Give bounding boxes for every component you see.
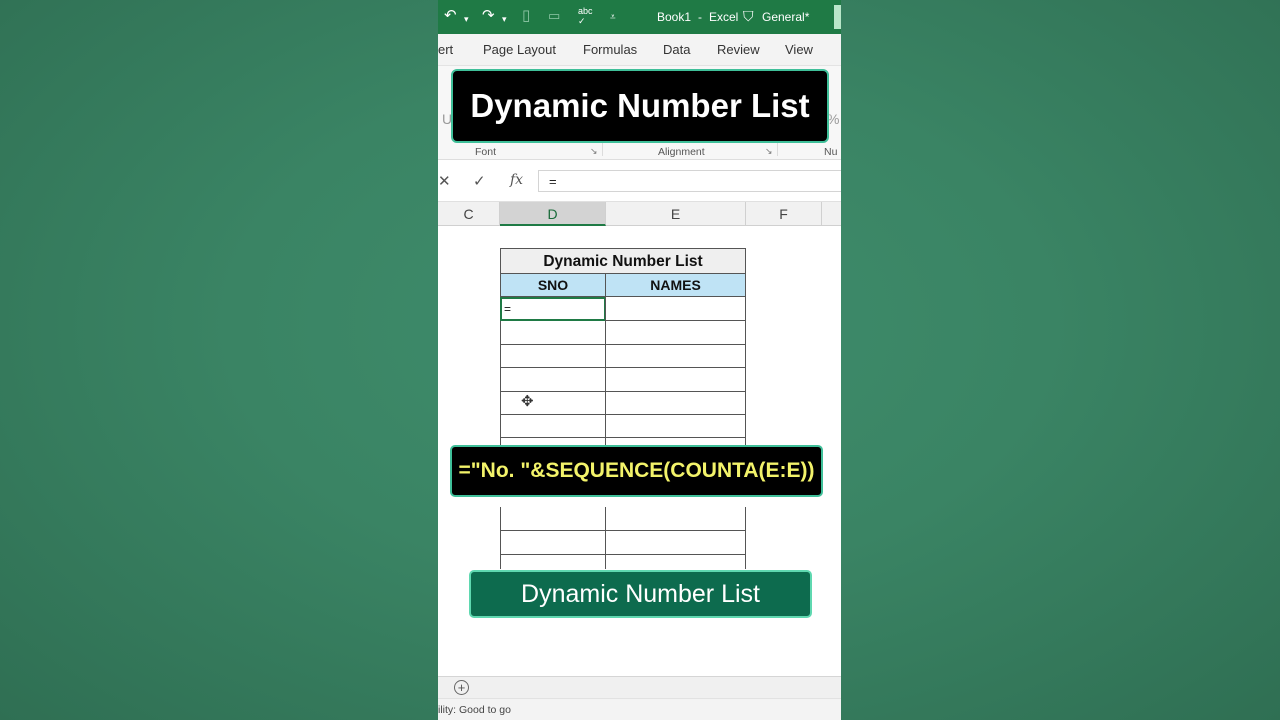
alignment-launcher-icon[interactable]: ↘ xyxy=(765,146,773,157)
formula-bar: ✕ ✓ fx = xyxy=(438,160,841,202)
formula-value: = xyxy=(549,174,557,189)
group-font-label: Font xyxy=(475,146,497,158)
column-headers: C D E F xyxy=(438,202,841,226)
sensitivity-label[interactable]: General* xyxy=(762,10,809,24)
header-names[interactable]: NAMES xyxy=(605,274,746,297)
sheet-tab-bar: + xyxy=(438,676,841,698)
tab-data[interactable]: Data xyxy=(663,42,690,57)
table-cell[interactable] xyxy=(605,297,746,321)
table-cell[interactable] xyxy=(500,414,606,438)
table-cell[interactable] xyxy=(605,321,746,345)
tab-review[interactable]: Review xyxy=(717,42,760,57)
ribbon-tabs: ert Page Layout Formulas Data Review Vie… xyxy=(438,34,841,66)
status-bar: ility: Good to go xyxy=(438,698,841,720)
spelling-label: abc xyxy=(578,6,593,16)
table-cell[interactable] xyxy=(605,344,746,368)
tab-view[interactable]: View xyxy=(785,42,813,57)
tab-page-layout[interactable]: Page Layout xyxy=(483,42,556,57)
customize-toolbar-icon[interactable]: ⩡ xyxy=(610,10,616,26)
table-cell[interactable] xyxy=(500,531,606,555)
shield-icon: ⛉ xyxy=(743,8,754,24)
table-cell[interactable] xyxy=(605,414,746,438)
redo-icon[interactable]: ↷ xyxy=(482,8,495,24)
table-cell[interactable] xyxy=(605,507,746,531)
active-cell[interactable]: = xyxy=(500,297,606,321)
close-icon[interactable]: ✕ xyxy=(438,172,451,190)
check-icon[interactable]: ✓ xyxy=(473,172,486,190)
table-cell[interactable] xyxy=(500,344,606,368)
table-cell[interactable] xyxy=(605,555,746,569)
table-cell[interactable] xyxy=(605,391,746,415)
column-header-e[interactable]: E xyxy=(606,202,746,226)
formula-input[interactable]: = xyxy=(538,170,841,192)
document-title: Book1 xyxy=(657,10,692,24)
group-number-label: Nu xyxy=(824,146,838,158)
table-title[interactable]: Dynamic Number List xyxy=(500,248,746,274)
table-cell[interactable] xyxy=(605,368,746,392)
window-edge xyxy=(834,5,841,29)
title-bar: ↶ ▾ ↷ ▾ ▯ ▭ abc ✓ ⩡ Book1 - Excel ⛉ Gener… xyxy=(438,0,841,34)
new-file-icon[interactable]: ▯ xyxy=(522,8,530,24)
table-cell[interactable] xyxy=(500,368,606,392)
title-overlay: Dynamic Number List xyxy=(451,69,829,143)
fx-icon[interactable]: fx xyxy=(510,172,523,188)
app-name: Excel xyxy=(709,10,739,24)
undo-icon[interactable]: ↶ xyxy=(444,8,457,24)
table-cell[interactable] xyxy=(500,321,606,345)
tab-insert[interactable]: ert xyxy=(438,42,453,57)
add-sheet-icon[interactable]: + xyxy=(454,680,469,695)
column-header-c[interactable]: C xyxy=(438,202,500,226)
column-header-d[interactable]: D xyxy=(500,202,606,226)
spelling-icon[interactable]: abc ✓ xyxy=(578,6,593,26)
header-sno[interactable]: SNO xyxy=(500,274,606,297)
undo-dropdown-icon[interactable]: ▾ xyxy=(464,11,469,27)
table-cell[interactable] xyxy=(500,555,606,569)
group-alignment-label: Alignment xyxy=(658,146,705,158)
title-separator: - xyxy=(698,10,702,24)
open-folder-icon[interactable]: ▭ xyxy=(548,8,560,24)
active-cell-value: = xyxy=(504,302,512,316)
font-launcher-icon[interactable]: ↘ xyxy=(590,146,598,157)
tab-formulas[interactable]: Formulas xyxy=(583,42,637,57)
accessibility-status[interactable]: ility: Good to go xyxy=(438,704,511,716)
column-header-f[interactable]: F xyxy=(746,202,822,226)
cursor-icon: ✥ xyxy=(521,393,534,410)
formula-overlay: ="No. "&SEQUENCE(COUNTA(E:E)) xyxy=(450,445,823,497)
table-cell[interactable] xyxy=(605,531,746,555)
redo-dropdown-icon[interactable]: ▾ xyxy=(502,11,507,27)
subtitle-overlay: Dynamic Number List xyxy=(469,570,812,618)
table-cell[interactable] xyxy=(500,507,606,531)
table-cell[interactable] xyxy=(500,391,606,415)
